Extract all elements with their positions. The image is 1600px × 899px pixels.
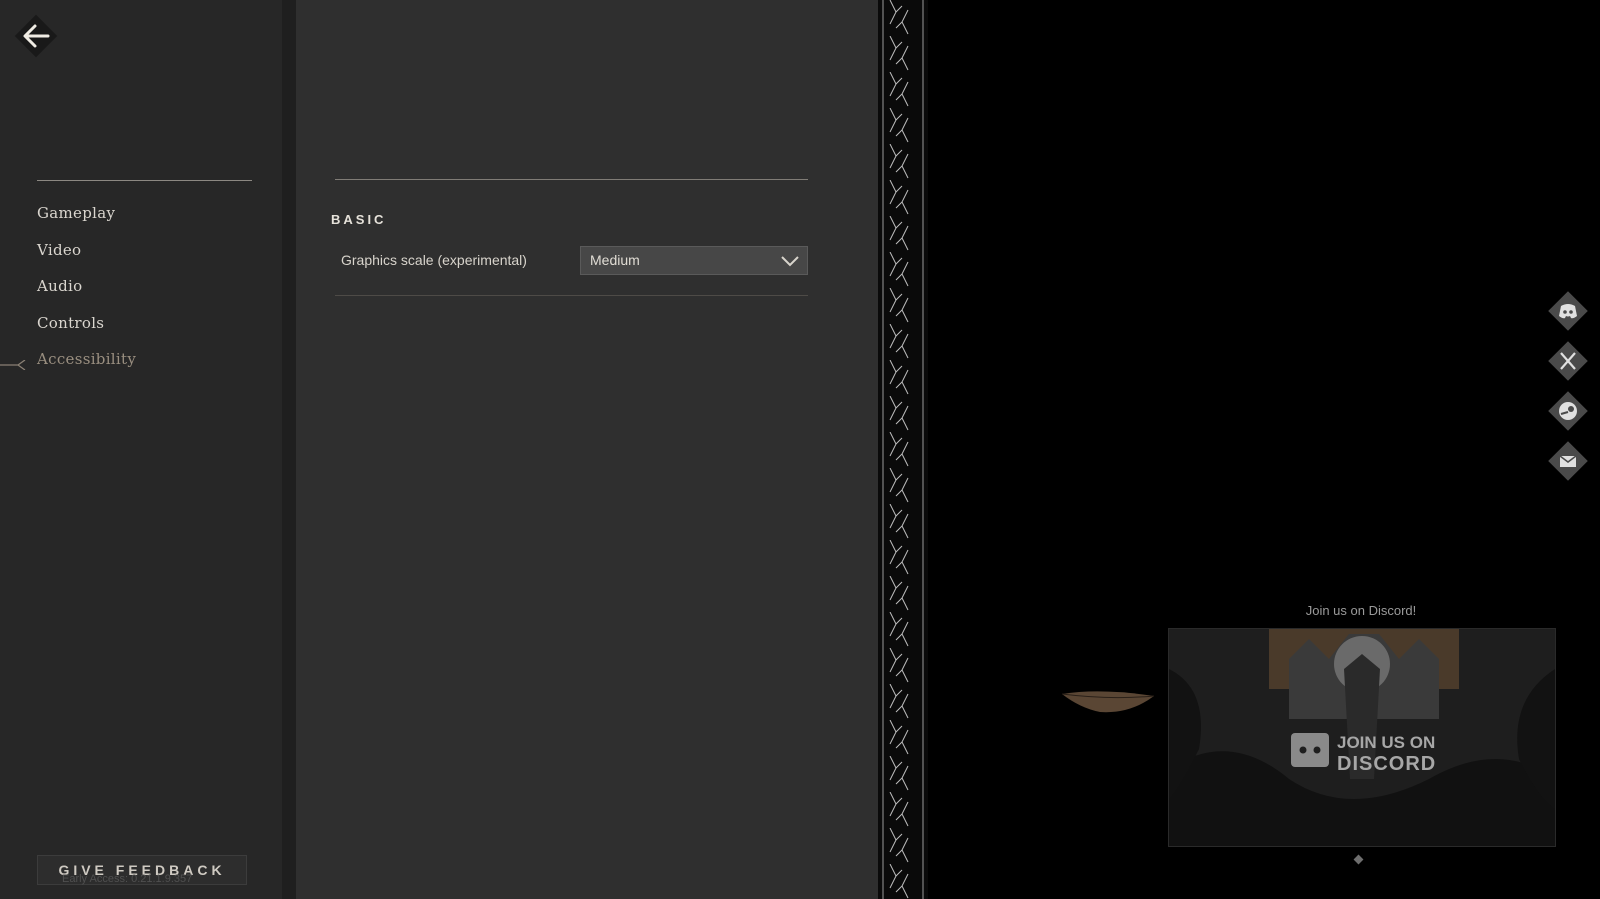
decorative-border [878, 0, 928, 899]
x-icon [1560, 352, 1576, 370]
graphics-scale-label: Graphics scale (experimental) [341, 252, 527, 268]
nav-item-accessibility[interactable]: Accessibility [37, 350, 136, 387]
carousel-dot[interactable] [1353, 854, 1364, 865]
discord-banner[interactable]: JOIN US ON DISCORD [1168, 628, 1556, 847]
nav-item-video[interactable]: Video [37, 241, 136, 278]
graphics-scale-select[interactable]: Medium [580, 246, 808, 275]
nav-item-audio[interactable]: Audio [37, 277, 136, 314]
discord-social-button[interactable] [1546, 289, 1590, 333]
panel-edge [282, 0, 296, 899]
back-button[interactable] [14, 14, 58, 58]
discord-icon [1559, 304, 1577, 319]
mail-icon [1559, 455, 1577, 467]
mail-social-button[interactable] [1546, 439, 1590, 483]
settings-row-divider [335, 295, 808, 296]
settings-nav [0, 0, 282, 899]
chevron-down-icon [781, 256, 799, 267]
x-social-button[interactable] [1546, 339, 1590, 383]
steam-social-button[interactable] [1546, 389, 1590, 433]
discord-banner-caption: Join us on Discord! [1305, 603, 1417, 618]
leaf-decoration-icon [1061, 691, 1155, 713]
nav-item-controls[interactable]: Controls [37, 314, 136, 351]
settings-divider [335, 179, 808, 180]
settings-panel [296, 0, 878, 899]
ornament-pattern-icon [878, 0, 928, 899]
nav-list: Gameplay Video Audio Controls Accessibil… [37, 204, 136, 387]
steam-icon [1559, 402, 1577, 420]
banner-line2: DISCORD [1337, 753, 1437, 775]
graphics-scale-value: Medium [590, 252, 640, 268]
version-text: Early Access: 0.21.1.9.357 [62, 873, 193, 885]
banner-line1: JOIN US ON [1337, 733, 1436, 752]
section-title: BASIC [331, 212, 387, 227]
active-nav-marker-icon [0, 360, 26, 370]
arrow-left-icon [23, 24, 50, 48]
nav-item-gameplay[interactable]: Gameplay [37, 204, 136, 241]
nav-divider [37, 180, 252, 181]
